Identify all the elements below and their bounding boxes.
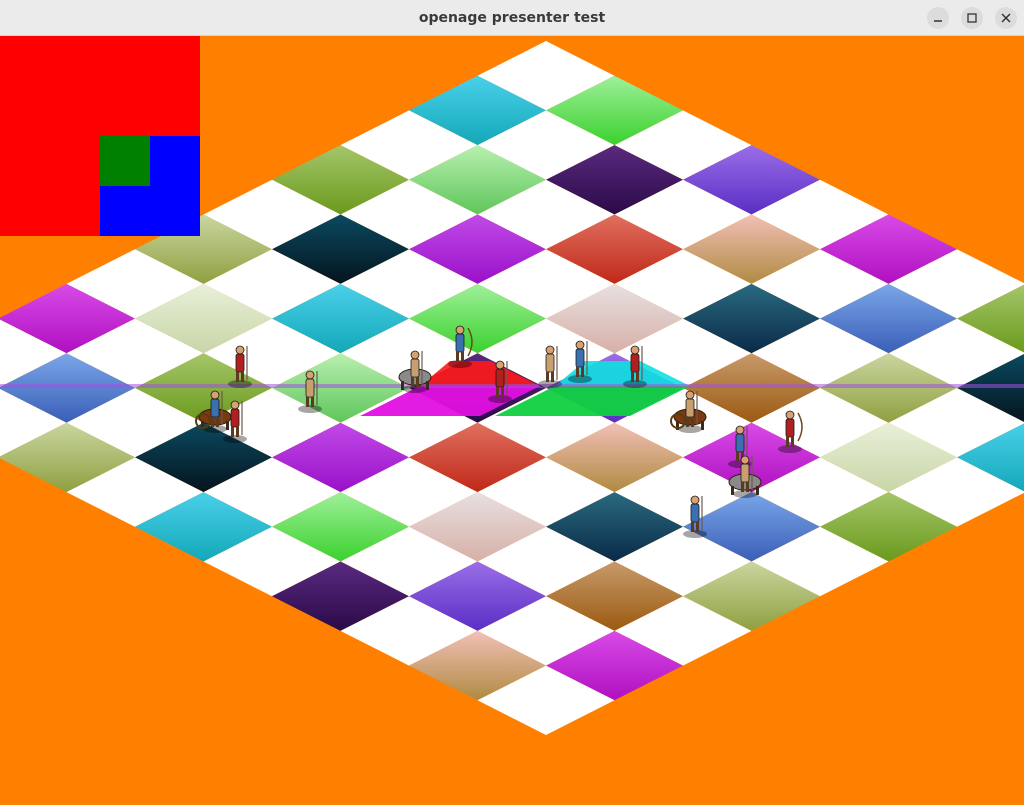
seam-line: [0, 384, 1024, 388]
minimap-overlay: [0, 36, 200, 236]
minimize-button[interactable]: [927, 7, 949, 29]
minimap-green-quad: [100, 136, 150, 186]
minimize-icon: [934, 20, 942, 22]
close-button[interactable]: [995, 7, 1017, 29]
maximize-button[interactable]: [961, 7, 983, 29]
game-world[interactable]: [0, 36, 1024, 805]
maximize-icon: [967, 13, 977, 23]
window-titlebar: openage presenter test: [0, 0, 1024, 36]
window-title: openage presenter test: [418, 10, 606, 26]
game-viewport[interactable]: [0, 36, 1024, 805]
close-icon: [1001, 13, 1011, 23]
